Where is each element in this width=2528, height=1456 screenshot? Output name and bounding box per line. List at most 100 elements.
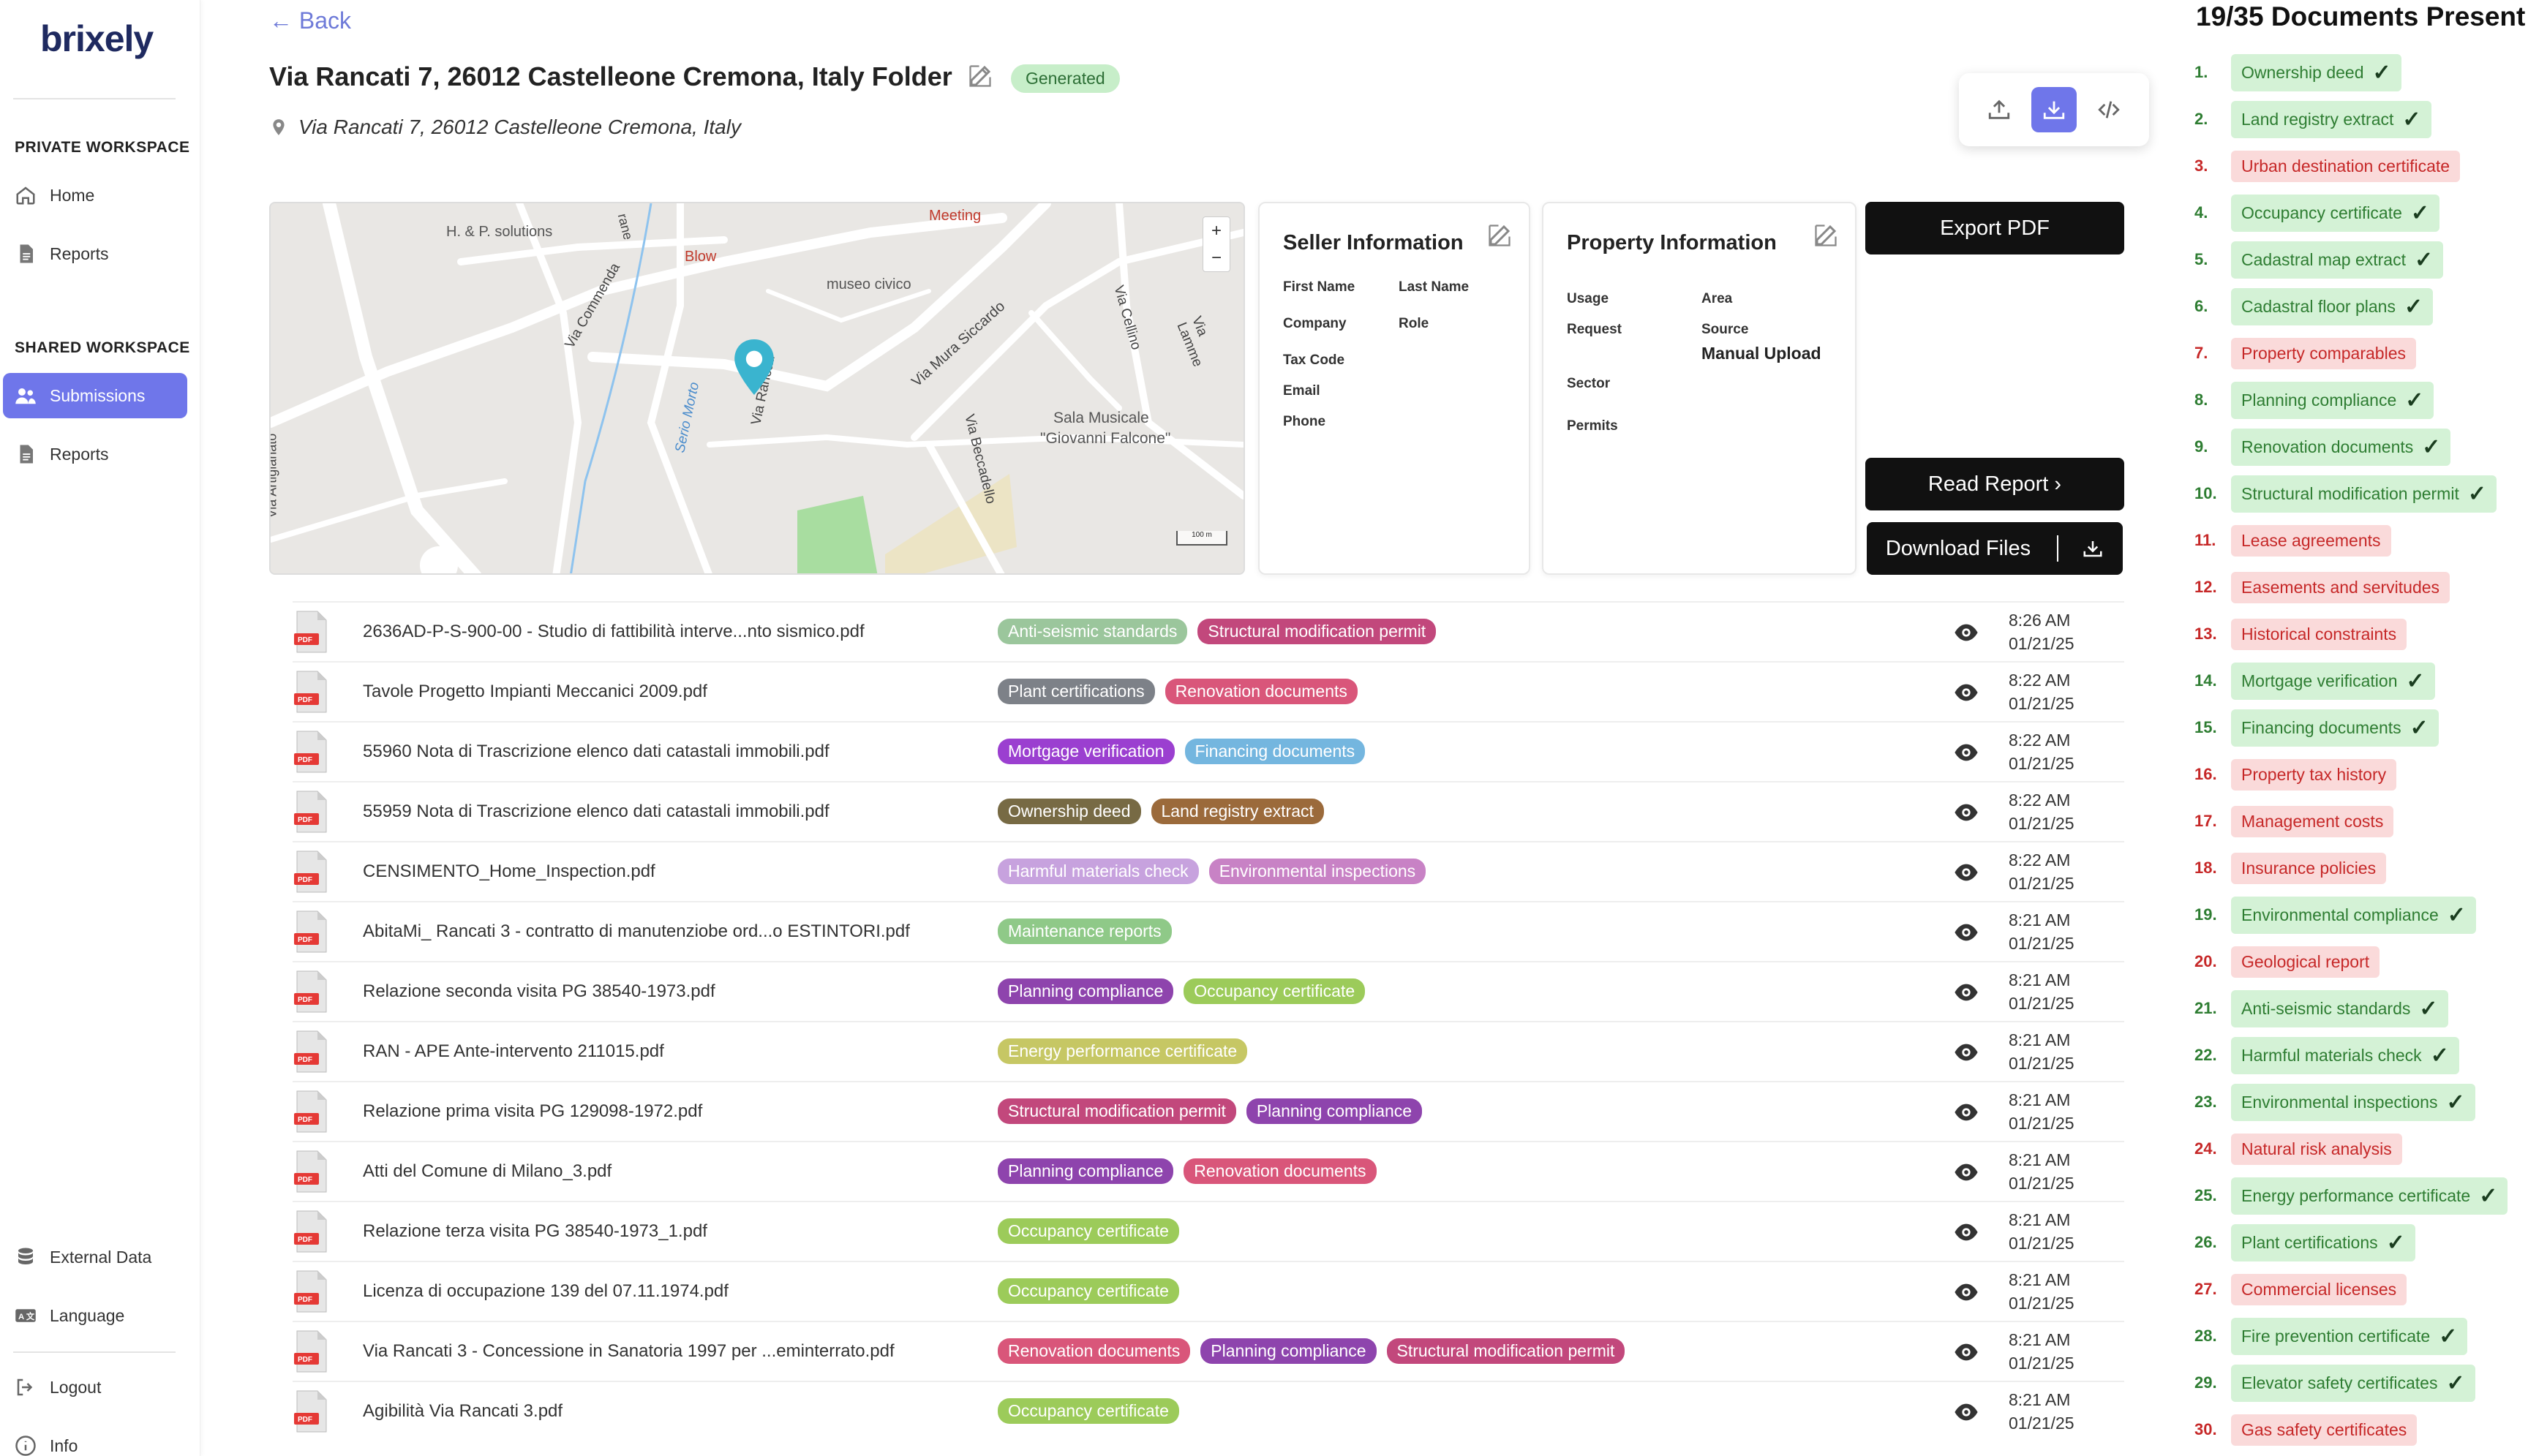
view-eye-icon[interactable] [1953, 680, 1979, 705]
document-filename[interactable]: RAN - APE Ante-intervento 211015.pdf [363, 1041, 664, 1062]
document-tags: Planning compliance Renovation documents [998, 1158, 1377, 1184]
edit-icon[interactable] [1813, 222, 1839, 249]
view-eye-icon[interactable] [1953, 1280, 1979, 1305]
view-eye-icon[interactable] [1953, 620, 1979, 645]
info-icon [15, 1436, 36, 1456]
view-eye-icon[interactable] [1953, 740, 1979, 765]
document-timestamp: 8:22 AM 01/21/25 [2009, 848, 2074, 895]
document-row[interactable]: PDF Relazione seconda visita PG 38540-19… [293, 961, 2124, 1021]
sidebar-item-reports-shared[interactable]: Reports [3, 431, 187, 477]
document-timestamp: 8:21 AM 01/21/25 [2009, 1148, 2074, 1195]
upload-button[interactable] [1976, 87, 2022, 132]
document-row[interactable]: PDF 55959 Nota di Trascrizione elenco da… [293, 781, 2124, 841]
document-row[interactable]: PDF AbitaMi_ Rancati 3 - contratto di ma… [293, 901, 2124, 961]
document-filename[interactable]: Relazione prima visita PG 129098-1972.pd… [363, 1101, 702, 1122]
view-eye-icon[interactable] [1953, 1100, 1979, 1125]
document-filename[interactable]: AbitaMi_ Rancati 3 - contratto di manute… [363, 921, 910, 942]
document-filename[interactable]: Via Rancati 3 - Concessione in Sanatoria… [363, 1341, 895, 1362]
document-row[interactable]: PDF Atti del Comune di Milano_3.pdf Plan… [293, 1141, 2124, 1201]
checklist-label: Elevator safety certificates ✓ [2231, 1364, 2475, 1402]
sidebar-item-info[interactable]: Info [3, 1423, 187, 1456]
edit-icon[interactable] [967, 63, 993, 89]
document-row[interactable]: PDF Licenza di occupazione 139 del 07.11… [293, 1261, 2124, 1321]
document-tag: Structural modification permit [1197, 619, 1437, 644]
checklist-label: Environmental compliance ✓ [2231, 896, 2476, 934]
document-timestamp: 8:21 AM 01/21/25 [2009, 1388, 2074, 1435]
document-row[interactable]: PDF CENSIMENTO_Home_Inspection.pdf Harmf… [293, 841, 2124, 901]
checkmark-icon: ✓ [2467, 481, 2486, 506]
view-eye-icon[interactable] [1953, 920, 1979, 945]
document-date: 01/21/25 [2009, 934, 2074, 953]
download-button[interactable] [2031, 87, 2077, 132]
page-title: Via Rancati 7, 26012 Castelleone Cremona… [269, 61, 952, 91]
address-text: Via Rancati 7, 26012 Castelleone Cremona… [298, 116, 741, 138]
document-row[interactable]: PDF Via Rancati 3 - Concessione in Sanat… [293, 1321, 2124, 1381]
document-filename[interactable]: Atti del Comune di Milano_3.pdf [363, 1161, 612, 1182]
checklist-label: Plant certifications ✓ [2231, 1223, 2415, 1261]
pdf-file-icon: PDF [294, 611, 327, 653]
checklist-label: Historical constraints [2231, 618, 2407, 650]
sidebar-item-language[interactable]: A 文 Language [3, 1293, 187, 1338]
view-eye-icon[interactable] [1953, 860, 1979, 885]
svg-text:PDF: PDF [298, 1296, 312, 1304]
view-eye-icon[interactable] [1953, 1220, 1979, 1245]
last-name-label: Last Name [1399, 279, 1470, 295]
sidebar-item-reports-private[interactable]: Reports [3, 231, 187, 276]
zoom-in-button[interactable]: + [1211, 221, 1222, 241]
document-tag: Planning compliance [998, 1158, 1174, 1184]
document-filename[interactable]: 2636AD-P-S-900-00 - Studio di fattibilit… [363, 622, 865, 642]
document-row[interactable]: PDF Relazione terza visita PG 38540-1973… [293, 1201, 2124, 1261]
checkmark-icon: ✓ [2446, 1370, 2465, 1395]
document-filename[interactable]: Licenza di occupazione 139 del 07.11.197… [363, 1281, 729, 1302]
document-date: 01/21/25 [2009, 694, 2074, 713]
sidebar-item-external-data[interactable]: External Data [3, 1234, 187, 1280]
document-tag: Structural modification permit [998, 1098, 1236, 1124]
checklist-number: 26. [2194, 1233, 2217, 1251]
embed-code-button[interactable] [2086, 87, 2132, 132]
document-tags: Occupancy certificate [998, 1218, 1179, 1244]
checkmark-icon: ✓ [2402, 107, 2421, 132]
document-row[interactable]: PDF Tavole Progetto Impianti Meccanici 2… [293, 661, 2124, 721]
document-filename[interactable]: Agibilità Via Rancati 3.pdf [363, 1401, 563, 1422]
checklist-label-text: Property tax history [2241, 764, 2387, 784]
document-row[interactable]: PDF Agibilità Via Rancati 3.pdf Occupanc… [293, 1381, 2124, 1441]
checklist-number: 4. [2194, 203, 2208, 222]
document-filename[interactable]: Relazione terza visita PG 38540-1973_1.p… [363, 1221, 707, 1242]
view-eye-icon[interactable] [1953, 980, 1979, 1005]
document-row[interactable]: PDF Relazione prima visita PG 129098-197… [293, 1081, 2124, 1141]
document-row[interactable]: PDF RAN - APE Ante-intervento 211015.pdf… [293, 1021, 2124, 1081]
pdf-file-icon: PDF [294, 1090, 327, 1133]
pdf-file-icon: PDF [294, 850, 327, 893]
sidebar-item-submissions[interactable]: Submissions [3, 373, 187, 418]
edit-icon[interactable] [1486, 222, 1513, 249]
view-eye-icon[interactable] [1953, 1400, 1979, 1425]
document-filename[interactable]: CENSIMENTO_Home_Inspection.pdf [363, 861, 655, 882]
document-date: 01/21/25 [2009, 1114, 2074, 1133]
sidebar-item-logout[interactable]: Logout [3, 1365, 187, 1410]
map-marker-icon [734, 339, 774, 395]
document-filename[interactable]: 55959 Nota di Trascrizione elenco dati c… [363, 801, 830, 822]
download-files-button[interactable]: Download Files [1867, 522, 2123, 575]
view-eye-icon[interactable] [1953, 1340, 1979, 1365]
document-filename[interactable]: Relazione seconda visita PG 38540-1973.p… [363, 981, 715, 1002]
pdf-file-icon: PDF [294, 791, 327, 833]
document-row[interactable]: PDF 2636AD-P-S-900-00 - Studio di fattib… [293, 601, 2124, 661]
view-eye-icon[interactable] [1953, 1160, 1979, 1185]
document-filename[interactable]: Tavole Progetto Impianti Meccanici 2009.… [363, 682, 707, 702]
checklist-number: 16. [2194, 765, 2217, 783]
back-link[interactable]: ← Back [269, 7, 351, 34]
checklist-number: 18. [2194, 859, 2217, 877]
document-row[interactable]: PDF 55960 Nota di Trascrizione elenco da… [293, 721, 2124, 781]
export-pdf-button[interactable]: Export PDF [1865, 202, 2124, 254]
sidebar-item-home[interactable]: Home [3, 173, 187, 218]
document-tag: Financing documents [1184, 739, 1366, 764]
read-report-button[interactable]: Read Report › [1865, 458, 2124, 510]
document-filename[interactable]: 55960 Nota di Trascrizione elenco dati c… [363, 742, 830, 762]
view-eye-icon[interactable] [1953, 1040, 1979, 1065]
checklist-item: 14. Mortgage verification ✓ [2194, 662, 2435, 700]
view-eye-icon[interactable] [1953, 800, 1979, 825]
location-map[interactable]: H. & P. solutions Blow Meeting museo civ… [269, 202, 1245, 575]
map-zoom-control[interactable]: + − [1203, 216, 1230, 272]
checklist-number: 24. [2194, 1139, 2217, 1158]
zoom-out-button[interactable]: − [1211, 248, 1222, 268]
